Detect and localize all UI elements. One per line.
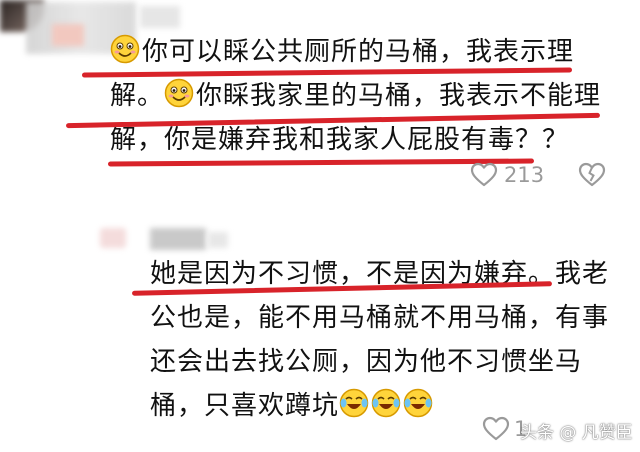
watermark: 头条 @ 凡赞臣 (520, 423, 633, 443)
like-button[interactable]: 213 (470, 162, 544, 188)
broken-heart-icon (578, 162, 606, 187)
crying-laughing-emoji (403, 388, 433, 418)
crying-laughing-emoji (339, 388, 369, 418)
comment-text: 你睬我家里的马桶，我表示不能理 (196, 81, 602, 111)
blurred-username (208, 232, 228, 248)
comment-body: 她是因为不习惯，不是因为嫌弃。我老 公也是，能不用马桶就不用马桶，有事 还会出去… (150, 252, 609, 428)
avatar[interactable] (100, 228, 126, 248)
comment-text: 解。 (110, 81, 165, 111)
comment-line: 还会出去找公厕，因为他不习惯坐马 (150, 340, 609, 384)
heart-outline-icon (482, 416, 510, 441)
blurred-username (140, 6, 180, 28)
comment-thread: 你可以睬公共厕所的马桶，我表示理 解。 你睬我家里的马桶，我表示不能理 解，你是嫌… (0, 0, 640, 452)
comment-text: 桶，只喜欢蹲坑 (150, 391, 340, 421)
smiley-emoji (164, 78, 194, 108)
like-count: 213 (504, 163, 545, 187)
comment-line: 解。 你睬我家里的马桶，我表示不能理 (110, 74, 601, 118)
dislike-button[interactable] (578, 162, 606, 188)
comment-text: 解，你是嫌弃我和我家人屁股有毒？？ (110, 125, 570, 155)
comment-text: 公也是，能不用马桶就不用马桶，有事 (150, 303, 610, 333)
blurred-username (52, 24, 84, 46)
blurred-username (150, 228, 206, 250)
smiley-emoji (110, 34, 140, 64)
comment-text: 还会出去找公厕，因为他不习惯坐马 (150, 347, 583, 377)
comment-line: 公也是，能不用马桶就不用马桶，有事 (150, 296, 609, 340)
comment-body: 你可以睬公共厕所的马桶，我表示理 解。 你睬我家里的马桶，我表示不能理 解，你是嫌… (110, 30, 601, 162)
crying-laughing-emoji (371, 388, 401, 418)
heart-outline-icon (470, 162, 498, 187)
comment-text: 你可以睬公共厕所的马桶，我表示理 (142, 37, 575, 67)
